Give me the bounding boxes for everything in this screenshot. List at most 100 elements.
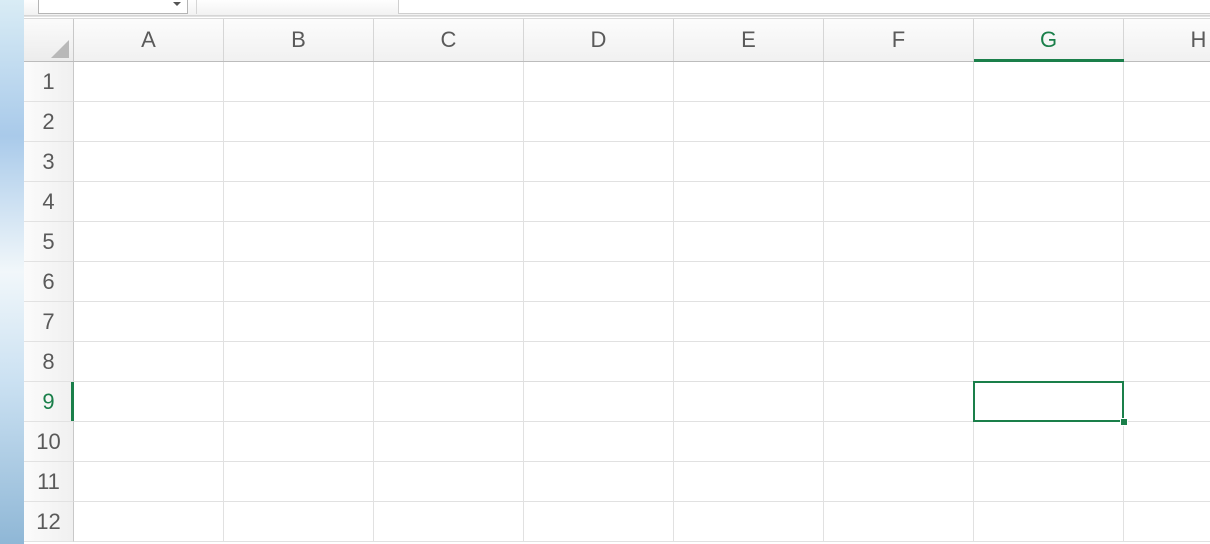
cell-C9[interactable] bbox=[374, 382, 524, 422]
fill-handle[interactable] bbox=[1120, 418, 1128, 426]
cell-G1[interactable] bbox=[974, 62, 1124, 102]
cell-D8[interactable] bbox=[524, 342, 674, 382]
row-header-11[interactable]: 11 bbox=[24, 462, 74, 502]
cell-G7[interactable] bbox=[974, 302, 1124, 342]
cell-E10[interactable] bbox=[674, 422, 824, 462]
cell-C2[interactable] bbox=[374, 102, 524, 142]
column-header-F[interactable]: F bbox=[824, 19, 974, 61]
cell-D2[interactable] bbox=[524, 102, 674, 142]
cell-H11[interactable] bbox=[1124, 462, 1210, 502]
cell-F12[interactable] bbox=[824, 502, 974, 542]
cell-D10[interactable] bbox=[524, 422, 674, 462]
row-header-1[interactable]: 1 bbox=[24, 62, 74, 102]
name-box-dropdown[interactable] bbox=[169, 0, 185, 11]
cell-C1[interactable] bbox=[374, 62, 524, 102]
cell-D4[interactable] bbox=[524, 182, 674, 222]
cell-D12[interactable] bbox=[524, 502, 674, 542]
cell-H4[interactable] bbox=[1124, 182, 1210, 222]
cell-F1[interactable] bbox=[824, 62, 974, 102]
cell-E8[interactable] bbox=[674, 342, 824, 382]
row-header-4[interactable]: 4 bbox=[24, 182, 74, 222]
cell-F5[interactable] bbox=[824, 222, 974, 262]
cell-H9[interactable] bbox=[1124, 382, 1210, 422]
cell-E5[interactable] bbox=[674, 222, 824, 262]
cell-G2[interactable] bbox=[974, 102, 1124, 142]
cell-H3[interactable] bbox=[1124, 142, 1210, 182]
cell-E9[interactable] bbox=[674, 382, 824, 422]
cell-B10[interactable] bbox=[224, 422, 374, 462]
cell-A8[interactable] bbox=[74, 342, 224, 382]
cell-B8[interactable] bbox=[224, 342, 374, 382]
cell-H10[interactable] bbox=[1124, 422, 1210, 462]
row-header-12[interactable]: 12 bbox=[24, 502, 74, 542]
cell-B7[interactable] bbox=[224, 302, 374, 342]
row-header-3[interactable]: 3 bbox=[24, 142, 74, 182]
cell-C4[interactable] bbox=[374, 182, 524, 222]
cell-G5[interactable] bbox=[974, 222, 1124, 262]
column-header-C[interactable]: C bbox=[374, 19, 524, 61]
row-header-10[interactable]: 10 bbox=[24, 422, 74, 462]
column-header-H[interactable]: H bbox=[1124, 19, 1210, 61]
cell-G8[interactable] bbox=[974, 342, 1124, 382]
cell-C5[interactable] bbox=[374, 222, 524, 262]
cell-A5[interactable] bbox=[74, 222, 224, 262]
cell-B5[interactable] bbox=[224, 222, 374, 262]
cell-H1[interactable] bbox=[1124, 62, 1210, 102]
cell-D7[interactable] bbox=[524, 302, 674, 342]
row-header-9[interactable]: 9 bbox=[24, 382, 74, 422]
cell-D9[interactable] bbox=[524, 382, 674, 422]
cell-A11[interactable] bbox=[74, 462, 224, 502]
cell-D1[interactable] bbox=[524, 62, 674, 102]
cell-A2[interactable] bbox=[74, 102, 224, 142]
cell-A4[interactable] bbox=[74, 182, 224, 222]
cell-F11[interactable] bbox=[824, 462, 974, 502]
cell-B2[interactable] bbox=[224, 102, 374, 142]
cell-B6[interactable] bbox=[224, 262, 374, 302]
cell-F6[interactable] bbox=[824, 262, 974, 302]
row-header-6[interactable]: 6 bbox=[24, 262, 74, 302]
row-header-2[interactable]: 2 bbox=[24, 102, 74, 142]
cell-G6[interactable] bbox=[974, 262, 1124, 302]
select-all-corner[interactable] bbox=[24, 19, 74, 61]
cell-E12[interactable] bbox=[674, 502, 824, 542]
cell-F9[interactable] bbox=[824, 382, 974, 422]
cell-B9[interactable] bbox=[224, 382, 374, 422]
cell-C8[interactable] bbox=[374, 342, 524, 382]
cell-D3[interactable] bbox=[524, 142, 674, 182]
cell-E2[interactable] bbox=[674, 102, 824, 142]
cell-A9[interactable] bbox=[74, 382, 224, 422]
cell-F3[interactable] bbox=[824, 142, 974, 182]
cell-G3[interactable] bbox=[974, 142, 1124, 182]
cell-C7[interactable] bbox=[374, 302, 524, 342]
cell-E1[interactable] bbox=[674, 62, 824, 102]
cell-E3[interactable] bbox=[674, 142, 824, 182]
cell-E7[interactable] bbox=[674, 302, 824, 342]
row-header-7[interactable]: 7 bbox=[24, 302, 74, 342]
cell-A12[interactable] bbox=[74, 502, 224, 542]
cell-G9[interactable] bbox=[974, 382, 1124, 422]
cell-C6[interactable] bbox=[374, 262, 524, 302]
cell-A6[interactable] bbox=[74, 262, 224, 302]
cell-H5[interactable] bbox=[1124, 222, 1210, 262]
cell-C10[interactable] bbox=[374, 422, 524, 462]
cell-B3[interactable] bbox=[224, 142, 374, 182]
cell-B4[interactable] bbox=[224, 182, 374, 222]
cell-H7[interactable] bbox=[1124, 302, 1210, 342]
cell-B11[interactable] bbox=[224, 462, 374, 502]
cell-D6[interactable] bbox=[524, 262, 674, 302]
cell-A3[interactable] bbox=[74, 142, 224, 182]
cell-A10[interactable] bbox=[74, 422, 224, 462]
cell-F4[interactable] bbox=[824, 182, 974, 222]
cell-D11[interactable] bbox=[524, 462, 674, 502]
column-header-E[interactable]: E bbox=[674, 19, 824, 61]
cell-C12[interactable] bbox=[374, 502, 524, 542]
column-header-B[interactable]: B bbox=[224, 19, 374, 61]
cell-B1[interactable] bbox=[224, 62, 374, 102]
cell-E6[interactable] bbox=[674, 262, 824, 302]
cell-G4[interactable] bbox=[974, 182, 1124, 222]
cell-G11[interactable] bbox=[974, 462, 1124, 502]
cell-G12[interactable] bbox=[974, 502, 1124, 542]
cell-F10[interactable] bbox=[824, 422, 974, 462]
column-header-A[interactable]: A bbox=[74, 19, 224, 61]
cell-E4[interactable] bbox=[674, 182, 824, 222]
